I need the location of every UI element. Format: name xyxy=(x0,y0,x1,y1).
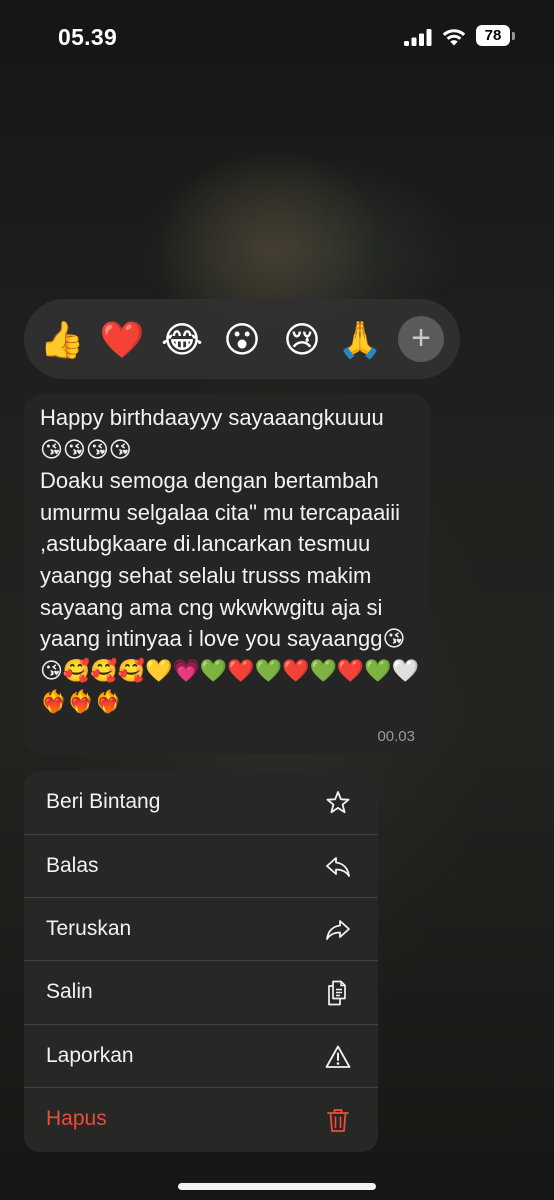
forward-icon xyxy=(326,920,350,940)
menu-item-label: Laporkan xyxy=(46,1044,134,1067)
crying-reaction[interactable]: 😢 xyxy=(279,317,325,363)
menu-item-label: Balas xyxy=(46,854,99,877)
menu-item-reply[interactable]: Balas xyxy=(24,835,378,898)
reply-icon xyxy=(326,857,350,877)
cellular-signal-icon xyxy=(404,29,432,46)
menu-item-label: Teruskan xyxy=(46,917,132,940)
menu-item-label: Salin xyxy=(46,980,93,1003)
copy-icon xyxy=(328,980,346,1006)
reaction-bar: 👍 ❤️ 😂 😮 😢 🙏 + xyxy=(24,299,460,379)
message-context-menu: Beri Bintang Balas Teruskan Salin Lapork… xyxy=(24,771,378,1152)
message-text: Happy birthdaayyy sayaaangkuuuu 😘😘😘😘 Doa… xyxy=(40,405,420,715)
menu-item-copy[interactable]: Salin xyxy=(24,961,378,1024)
heart-reaction[interactable]: ❤️ xyxy=(99,317,145,363)
menu-item-report[interactable]: Laporkan xyxy=(24,1025,378,1088)
home-indicator[interactable] xyxy=(178,1183,376,1190)
folded-hands-reaction[interactable]: 🙏 xyxy=(337,317,383,363)
menu-item-delete[interactable]: Hapus xyxy=(24,1088,378,1151)
wifi-icon xyxy=(442,29,466,46)
menu-item-star[interactable]: Beri Bintang xyxy=(24,771,378,834)
add-reaction-button[interactable]: + xyxy=(398,316,444,362)
star-icon xyxy=(326,791,350,814)
battery-indicator: 78 xyxy=(476,25,510,46)
warning-icon xyxy=(325,1045,351,1068)
message-bubble[interactable]: Happy birthdaayyy sayaaangkuuuu 😘😘😘😘 Doa… xyxy=(24,394,430,754)
battery-tip xyxy=(512,32,515,40)
surprised-reaction[interactable]: 😮 xyxy=(219,317,265,363)
laughing-reaction[interactable]: 😂 xyxy=(159,317,205,363)
status-time: 05.39 xyxy=(58,24,118,50)
message-timestamp: 00.03 xyxy=(377,728,415,745)
thumbs-up-reaction[interactable]: 👍 xyxy=(39,317,85,363)
status-bar: 05.39 78 xyxy=(0,0,554,76)
trash-icon xyxy=(327,1109,349,1132)
menu-item-label: Hapus xyxy=(46,1107,107,1130)
menu-item-label: Beri Bintang xyxy=(46,790,161,813)
menu-item-forward[interactable]: Teruskan xyxy=(24,898,378,961)
